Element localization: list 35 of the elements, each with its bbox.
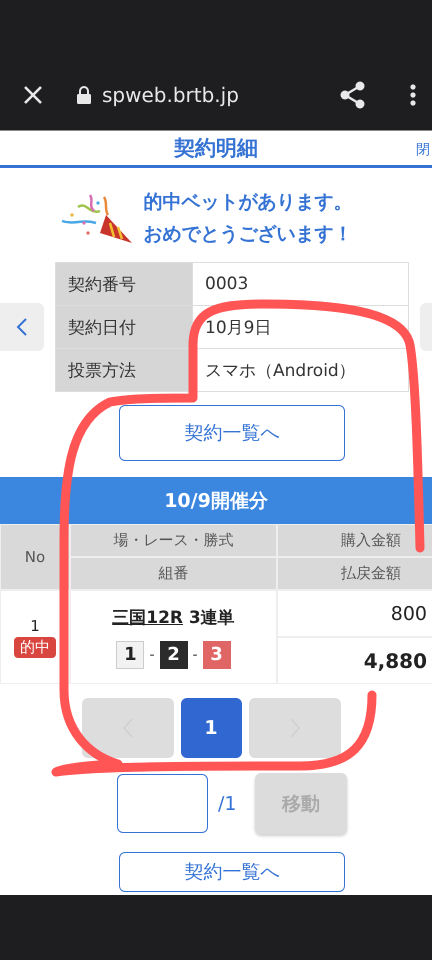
chevron-left-icon	[16, 317, 28, 337]
page-total: /1	[218, 792, 238, 814]
column-header: 払戻金額	[277, 557, 432, 590]
payout-amount: 4,880	[277, 637, 432, 684]
column-header: 場・レース・勝式	[70, 524, 277, 557]
url-text[interactable]: spweb.brtb.jp	[102, 83, 340, 107]
row-number: 1	[30, 616, 40, 634]
congratulation-message: 的中ベットがあります。	[144, 190, 352, 215]
boat-number: 3	[202, 640, 231, 668]
boat-number: 1	[116, 640, 144, 668]
lock-icon	[76, 85, 92, 105]
contract-list-button[interactable]: 契約一覧へ	[119, 852, 345, 892]
column-header: 購入金額	[277, 524, 432, 557]
section-header: 10/9開催分	[0, 477, 432, 524]
column-header: 組番	[70, 557, 277, 590]
hit-badge: 的中	[14, 636, 56, 658]
page-button[interactable]: 1	[180, 698, 242, 758]
more-icon[interactable]	[410, 84, 416, 106]
detail-label: 契約番号	[56, 262, 192, 306]
separator-text: -	[149, 646, 154, 662]
party-popper-icon	[60, 193, 132, 243]
detail-value: 0003	[192, 262, 408, 306]
close-icon[interactable]	[22, 84, 44, 106]
detail-label: 契約日付	[56, 306, 192, 348]
separator-text: -	[192, 646, 198, 662]
close-link[interactable]: 閉	[416, 141, 430, 159]
boat-number: 2	[160, 640, 188, 668]
congratulation-message: おめでとうございます！	[144, 222, 352, 247]
race-link[interactable]: 三国12R	[112, 608, 183, 628]
share-icon[interactable]	[340, 81, 366, 109]
page-title: 契約明細	[174, 135, 258, 161]
contract-list-button[interactable]: 契約一覧へ	[119, 405, 345, 461]
page-number-field[interactable]	[117, 774, 208, 833]
bet-type: 3連単	[188, 608, 235, 628]
purchase-amount: 800	[277, 590, 432, 637]
